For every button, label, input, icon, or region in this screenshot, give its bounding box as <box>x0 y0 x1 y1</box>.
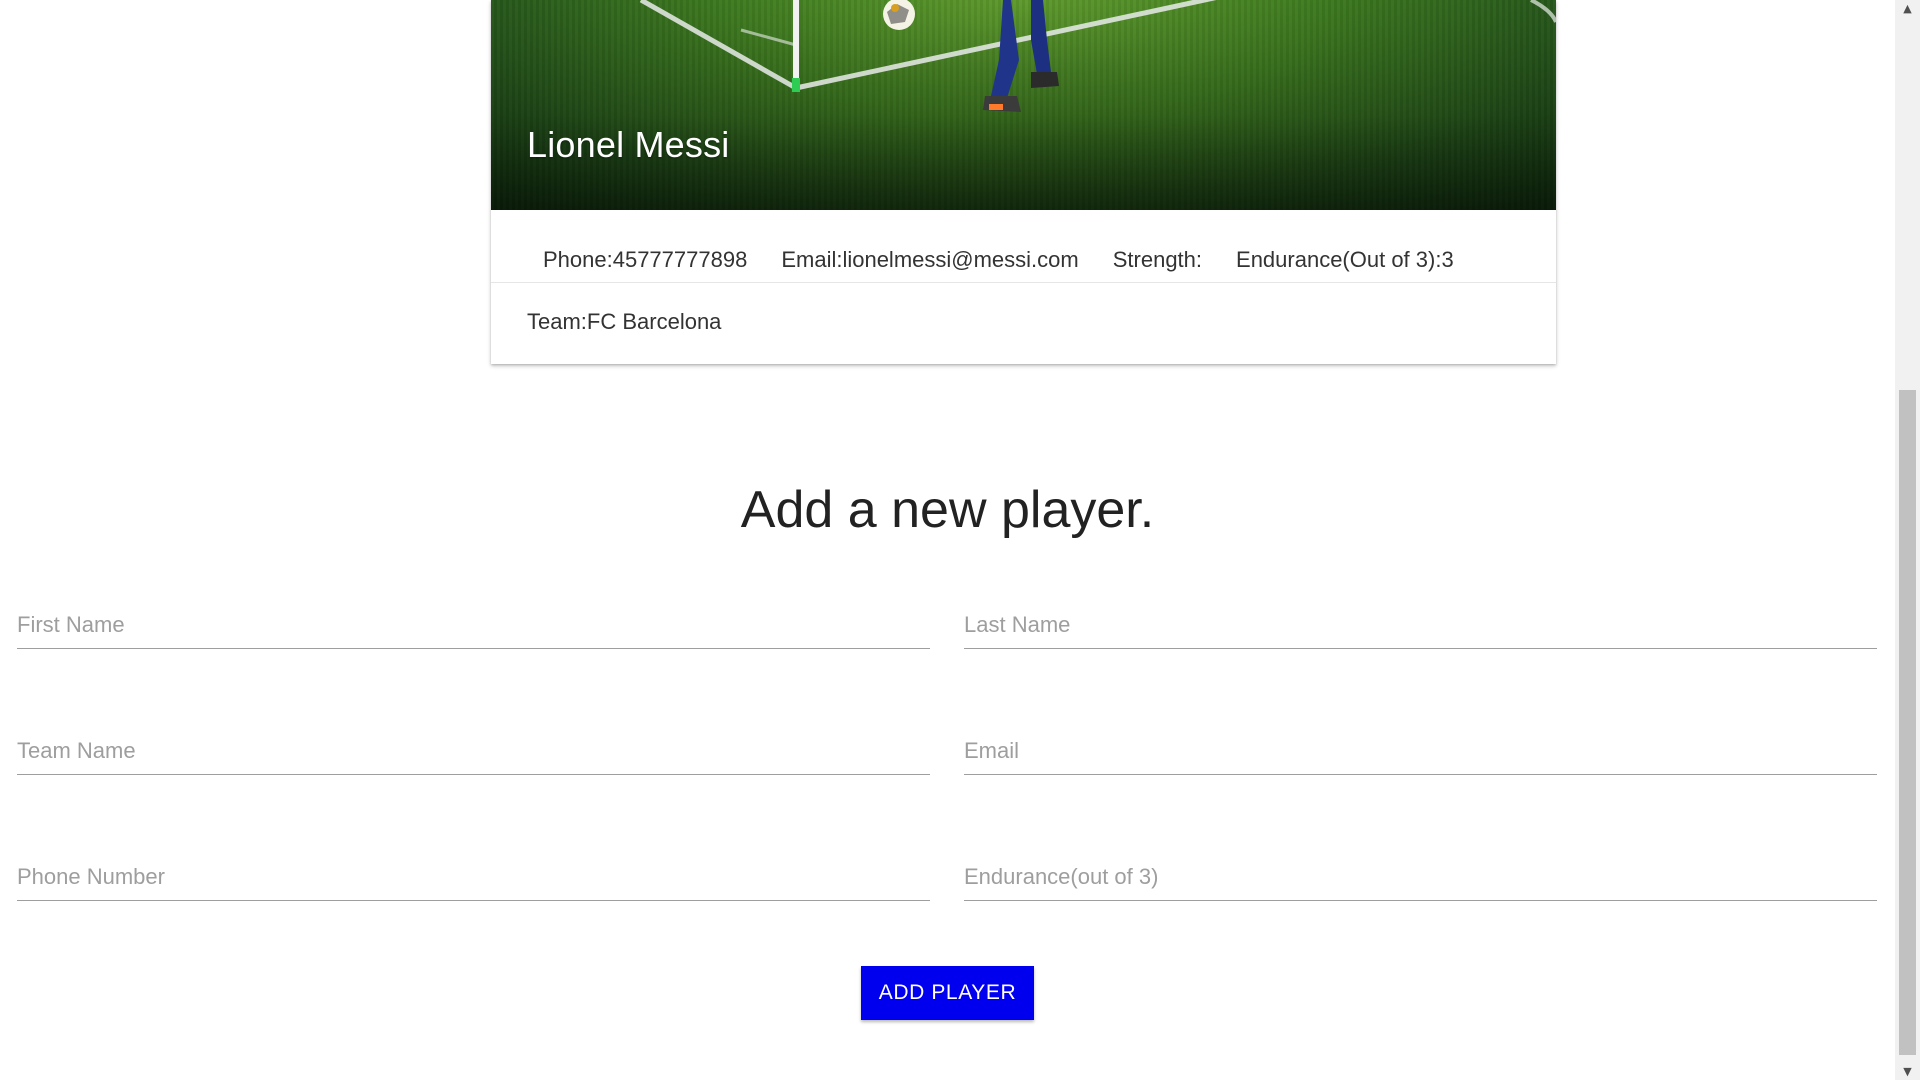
vertical-scrollbar[interactable]: ▲ ▼ <box>1895 0 1920 1080</box>
player-endurance: Endurance(Out of 3):3 <box>1236 247 1454 272</box>
first-name-field <box>17 588 930 649</box>
last-name-field <box>964 588 1877 649</box>
card-divider <box>491 282 1556 283</box>
phone-number-field <box>17 840 930 901</box>
scroll-down-icon[interactable]: ▼ <box>1895 1063 1920 1080</box>
team-name-field <box>17 714 930 775</box>
phone-number-input[interactable] <box>17 862 930 892</box>
form-title: Add a new player. <box>740 481 1155 539</box>
team-name-input[interactable] <box>17 736 930 766</box>
endurance-input[interactable] <box>964 862 1877 892</box>
player-name: Lionel Messi <box>527 124 730 165</box>
player-phone: Phone:45777777898 <box>543 247 748 272</box>
email-input[interactable] <box>964 736 1877 766</box>
soccer-field-illustration <box>639 0 1556 112</box>
player-info-row: Phone:45777777898 Email:lionelmessi@mess… <box>543 247 1454 273</box>
email-field <box>964 714 1877 775</box>
player-card: Lionel Messi Phone:45777777898 Email:lio… <box>491 0 1556 364</box>
add-player-button[interactable]: ADD PLAYER <box>861 966 1034 1020</box>
endurance-field <box>964 840 1877 901</box>
player-card-image: Lionel Messi <box>491 0 1556 210</box>
player-strength: Strength: <box>1112 247 1203 272</box>
last-name-input[interactable] <box>964 610 1877 640</box>
scrollbar-thumb[interactable] <box>1899 390 1916 1055</box>
page: Lionel Messi Phone:45777777898 Email:lio… <box>0 0 1920 1080</box>
player-email: Email:lionelmessi@messi.com <box>781 247 1079 272</box>
player-team: Team:FC Barcelona <box>527 309 722 334</box>
first-name-input[interactable] <box>17 610 930 640</box>
scroll-up-icon[interactable]: ▲ <box>1895 0 1920 17</box>
